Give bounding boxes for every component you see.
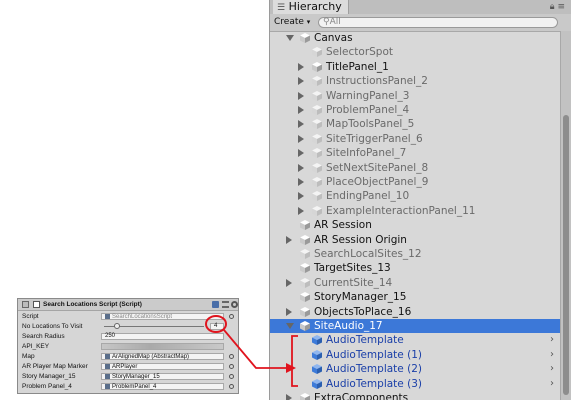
arrowhead-icon: [286, 363, 296, 373]
highlight-circle: [205, 315, 227, 333]
bracket-highlight: [291, 335, 298, 387]
annotation-overlay: [205, 315, 298, 387]
annotation-arrow-line: [223, 329, 290, 369]
